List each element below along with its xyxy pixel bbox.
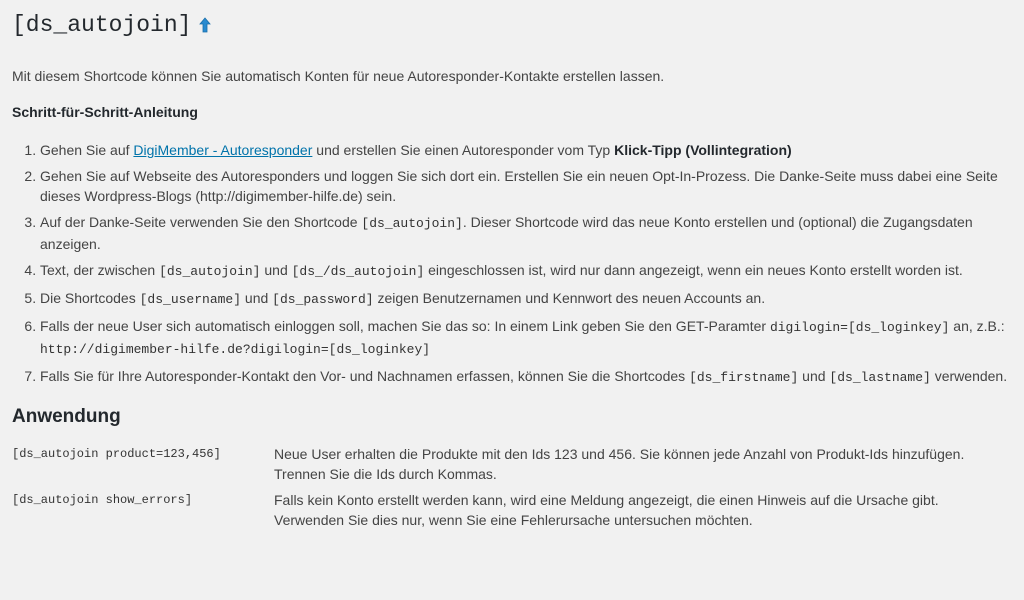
arrow-up-icon[interactable] [199, 17, 212, 33]
shortcode: [ds_autojoin] [159, 264, 261, 279]
usage-heading: Anwendung [12, 406, 121, 427]
step-text: verwenden. [930, 368, 1008, 384]
step-text: und erstellen Sie einen Autoresponder vo… [312, 142, 615, 158]
step-text: eingeschlossen ist, wird nur dann angeze… [424, 262, 963, 278]
step-5: Die Shortcodes [ds_username] und [ds_pas… [40, 288, 1012, 310]
steps-list: Gehen Sie auf DigiMember - Autoresponder… [12, 140, 1012, 388]
shortcode: digilogin=[ds_loginkey] [769, 320, 950, 335]
shortcode: [ds_lastname] [829, 370, 931, 385]
step-text: Die Shortcodes [40, 290, 140, 306]
step-text: und [260, 262, 292, 278]
step-text: zeigen Benutzernamen und Kennwort des ne… [373, 290, 766, 306]
page-title: [ds_autojoin] [12, 10, 1012, 40]
usage-code: [ds_autojoin show_errors] [12, 493, 193, 507]
step-1: Gehen Sie auf DigiMember - Autoresponder… [40, 140, 1012, 160]
autoresponder-link[interactable]: DigiMember - Autoresponder [133, 142, 312, 158]
usage-table: [ds_autojoin product=123,456] Neue User … [12, 444, 1004, 536]
step-text: an, z.B.: [949, 318, 1005, 334]
step-6: Falls der neue User sich automatisch ein… [40, 316, 1012, 360]
step-4: Text, der zwischen [ds_autojoin] und [ds… [40, 260, 1012, 282]
step-text: und [798, 368, 830, 384]
shortcode: [ds_firstname] [689, 370, 799, 385]
table-row: [ds_autojoin show_errors] Falls kein Kon… [12, 490, 1004, 536]
step-text: Text, der zwischen [40, 262, 160, 278]
step-text: und [241, 290, 273, 306]
autoresponder-type: Klick-Tipp (Vollintegration) [614, 142, 792, 158]
step-text: Falls der neue User sich automatisch ein… [40, 318, 770, 334]
step-2: Gehen Sie auf Webseite des Autoresponder… [40, 166, 1012, 206]
example-url: http://digimember-hilfe.de?digilogin=[ds… [40, 342, 431, 357]
table-row: [ds_autojoin product=123,456] Neue User … [12, 444, 1004, 490]
step-text: Auf der Danke-Seite verwenden Sie den Sh… [40, 214, 362, 230]
usage-description: Falls kein Konto erstellt werden kann, w… [274, 492, 939, 528]
shortcode: [ds_/ds_autojoin] [291, 264, 425, 279]
shortcode: [ds_username] [139, 292, 242, 307]
usage-description: Neue User erhalten die Produkte mit den … [274, 446, 965, 482]
shortcode: [ds_autojoin] [361, 216, 463, 231]
help-page: [ds_autojoin] Mit diesem Shortcode könne… [0, 0, 1024, 536]
step-text: Gehen Sie auf [40, 142, 134, 158]
intro-text: Mit diesem Shortcode können Sie automati… [12, 68, 665, 84]
step-3: Auf der Danke-Seite verwenden Sie den Sh… [40, 212, 1012, 254]
shortcode: [ds_password] [272, 292, 374, 307]
step-text: Falls Sie für Ihre Autoresponder-Kontakt… [40, 368, 690, 384]
step-7: Falls Sie für Ihre Autoresponder-Kontakt… [40, 366, 1012, 388]
usage-code: [ds_autojoin product=123,456] [12, 447, 221, 461]
steps-heading: Schritt-für-Schritt-Anleitung [12, 104, 198, 120]
page-title-text: [ds_autojoin] [12, 12, 192, 38]
